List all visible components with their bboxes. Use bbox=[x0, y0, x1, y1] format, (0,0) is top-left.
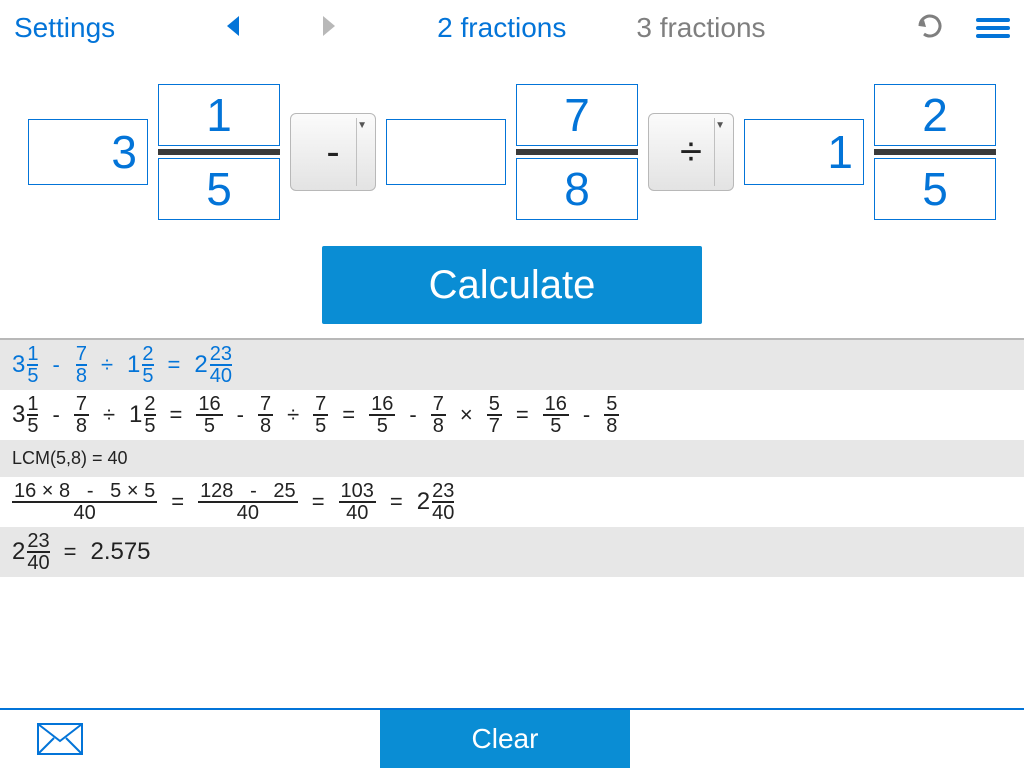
mail-icon[interactable] bbox=[0, 710, 120, 768]
operator-2-select[interactable]: ÷ ▼ bbox=[648, 113, 734, 191]
results-area: 315 - 78 ÷ 125 = 22340 315 - 78 ÷ 125 = … bbox=[0, 338, 1024, 577]
result-step-2: 16 × 8 - 5 × 540 = 128 - 2540 = 10340 = … bbox=[0, 477, 1024, 527]
menu-icon[interactable] bbox=[976, 18, 1010, 38]
whole-2-input[interactable] bbox=[386, 119, 506, 185]
operator-2-value: ÷ bbox=[680, 130, 702, 175]
num-2-input[interactable]: 7 bbox=[516, 84, 638, 146]
prev-arrow-icon[interactable] bbox=[225, 14, 241, 43]
num-1-input[interactable]: 1 bbox=[158, 84, 280, 146]
fraction-bar bbox=[516, 149, 638, 155]
result-decimal: 22340 = 2.575 bbox=[0, 527, 1024, 577]
next-arrow-icon[interactable] bbox=[321, 14, 337, 43]
whole-3-input[interactable]: 1 bbox=[744, 119, 864, 185]
fraction-input-row: 3 1 5 - ▼ 7 8 ÷ ▼ 1 2 5 bbox=[0, 84, 1024, 220]
result-step-1: 315 - 78 ÷ 125 = 165 - 78 ÷ 75 = 165 - 7… bbox=[0, 390, 1024, 440]
fraction-bar bbox=[874, 149, 996, 155]
operator-1-value: - bbox=[326, 130, 339, 175]
whole-1-input[interactable]: 3 bbox=[28, 119, 148, 185]
den-3-input[interactable]: 5 bbox=[874, 158, 996, 220]
bottom-bar: Clear bbox=[0, 708, 1024, 768]
settings-link[interactable]: Settings bbox=[14, 12, 115, 44]
result-summary: 315 - 78 ÷ 125 = 22340 bbox=[0, 340, 1024, 390]
den-2-input[interactable]: 8 bbox=[516, 158, 638, 220]
tab-2-fractions[interactable]: 2 fractions bbox=[437, 12, 566, 44]
den-1-input[interactable]: 5 bbox=[158, 158, 280, 220]
calculate-button[interactable]: Calculate bbox=[322, 246, 702, 324]
undo-icon[interactable] bbox=[914, 12, 946, 45]
fraction-bar bbox=[158, 149, 280, 155]
num-3-input[interactable]: 2 bbox=[874, 84, 996, 146]
clear-button[interactable]: Clear bbox=[380, 710, 630, 768]
result-lcm: LCM(5,8) = 40 bbox=[0, 440, 1024, 477]
tab-3-fractions[interactable]: 3 fractions bbox=[636, 12, 765, 44]
operator-1-select[interactable]: - ▼ bbox=[290, 113, 376, 191]
